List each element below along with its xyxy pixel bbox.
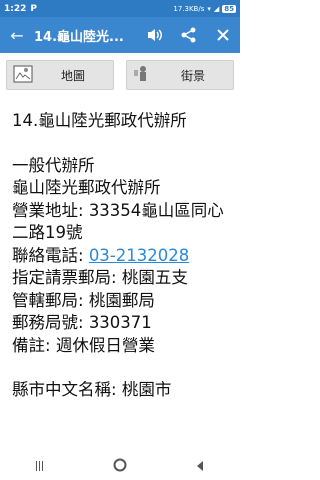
phone-link[interactable]: 03-2132028: [89, 246, 189, 265]
page-title: 14.龜山陸光...: [34, 29, 124, 45]
admin-label: 管轄郵局:: [12, 290, 89, 310]
note-row: 備註: 週休假日營業: [12, 335, 236, 358]
code-value: 330371: [88, 313, 152, 332]
app-bar: ← 14.龜山陸光...: [0, 17, 240, 53]
office-label: 指定請票郵局:: [12, 268, 122, 287]
volume-icon[interactable]: [138, 28, 172, 42]
close-icon[interactable]: [206, 29, 240, 41]
home-icon[interactable]: [113, 457, 127, 476]
note-value: 週休假日營業: [55, 335, 155, 355]
system-nav-bar: [0, 452, 240, 480]
map-icon: [13, 65, 33, 86]
back-nav-icon[interactable]: [194, 457, 206, 476]
office-value: 桃園五支: [121, 268, 188, 287]
detail-content: 14.龜山陸光郵政代辦所 一般代辦所 龜山陸光郵政代辦所 營業地址: 33354…: [12, 110, 236, 452]
code-row: 郵務局號: 330371: [12, 312, 236, 335]
admin-row: 管轄郵局: 桃園郵局: [12, 290, 236, 313]
county-label: 縣市中文名稱:: [12, 380, 122, 399]
phone-row: 聯絡電話: 03-2132028: [12, 245, 236, 268]
map-label: 地圖: [60, 68, 85, 83]
street-view-icon: [133, 65, 153, 86]
toolbar: 地圖 街景: [0, 53, 240, 97]
notification-icon: P: [30, 3, 37, 14]
office-type: 一般代辦所: [12, 155, 95, 175]
county-row: 縣市中文名稱: 桃園市: [12, 379, 236, 402]
status-time: 1:22: [4, 3, 27, 14]
phone-label: 聯絡電話:: [12, 245, 89, 265]
wifi-icon: ▾: [207, 4, 211, 13]
note-label: 備註:: [12, 335, 56, 355]
admin-value: 桃園郵局: [88, 290, 155, 310]
office-row: 指定請票郵局: 桃園五支: [12, 267, 236, 290]
detail-heading: 14.龜山陸光郵政代辦所: [12, 111, 187, 130]
code-label: 郵務局號:: [12, 313, 89, 332]
county-value: 桃園市: [121, 380, 172, 399]
street-view-label: 街景: [180, 68, 205, 83]
address-row: 營業地址: 33354龜山區同心二路19號: [12, 200, 236, 245]
share-icon[interactable]: [172, 27, 206, 43]
status-indicators: 17.3KB/s ▾ ◢ 85: [173, 4, 236, 13]
back-arrow-icon[interactable]: ←: [0, 26, 34, 45]
office-name: 龜山陸光郵政代辦所: [12, 178, 161, 197]
address-label: 營業地址:: [12, 200, 89, 220]
status-bar: 1:22 P 17.3KB/s ▾ ◢ 85: [0, 0, 240, 17]
street-view-button[interactable]: 街景: [126, 60, 234, 90]
battery-level: 85: [222, 4, 236, 13]
signal-icon: ◢: [213, 4, 220, 13]
network-speed: 17.3KB/s: [173, 4, 205, 13]
map-button[interactable]: 地圖: [6, 60, 114, 90]
recent-apps-icon[interactable]: [34, 457, 46, 476]
